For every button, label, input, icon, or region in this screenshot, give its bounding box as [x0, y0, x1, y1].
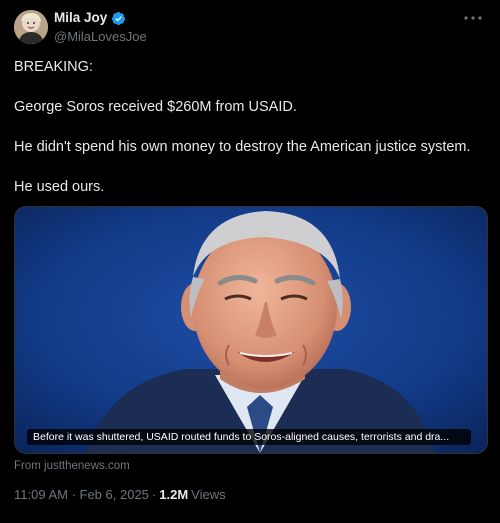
tweet-text: BREAKING: George Soros received $260M fr…	[14, 58, 484, 218]
timestamp-link[interactable]: 11:09 AM · Feb 6, 2025	[14, 487, 149, 503]
meta-separator: ·	[151, 487, 157, 502]
avatar-image	[14, 10, 48, 44]
tweet-meta: 11:09 AM · Feb 6, 2025 · 1.2M Views	[14, 487, 226, 503]
author-name[interactable]: Mila Joy	[54, 10, 126, 26]
verified-badge-icon[interactable]	[111, 11, 126, 26]
tweet: Mila Joy @MilaLovesJoe BREAKING: George …	[0, 0, 500, 523]
card-source-link[interactable]: From justthenews.com	[14, 459, 130, 473]
tweet-paragraph: BREAKING:	[14, 59, 93, 75]
tweet-paragraph: He used ours.	[14, 179, 105, 195]
link-card-image[interactable]: Before it was shuttered, USAID routed fu…	[14, 206, 488, 454]
views-label: Views	[191, 487, 226, 502]
more-options-icon[interactable]	[462, 10, 484, 26]
tweet-paragraph: He didn't spend his own money to destroy…	[14, 139, 471, 155]
link-card-caption[interactable]: Before it was shuttered, USAID routed fu…	[27, 429, 471, 445]
author-handle[interactable]: @MilaLovesJoe	[54, 29, 147, 44]
views-count: 1.2M	[159, 487, 189, 502]
avatar[interactable]	[14, 10, 48, 44]
news-photo	[15, 207, 487, 453]
tweet-paragraph: George Soros received $260M from USAID.	[14, 99, 297, 115]
author-name-text[interactable]: Mila Joy	[54, 10, 107, 26]
